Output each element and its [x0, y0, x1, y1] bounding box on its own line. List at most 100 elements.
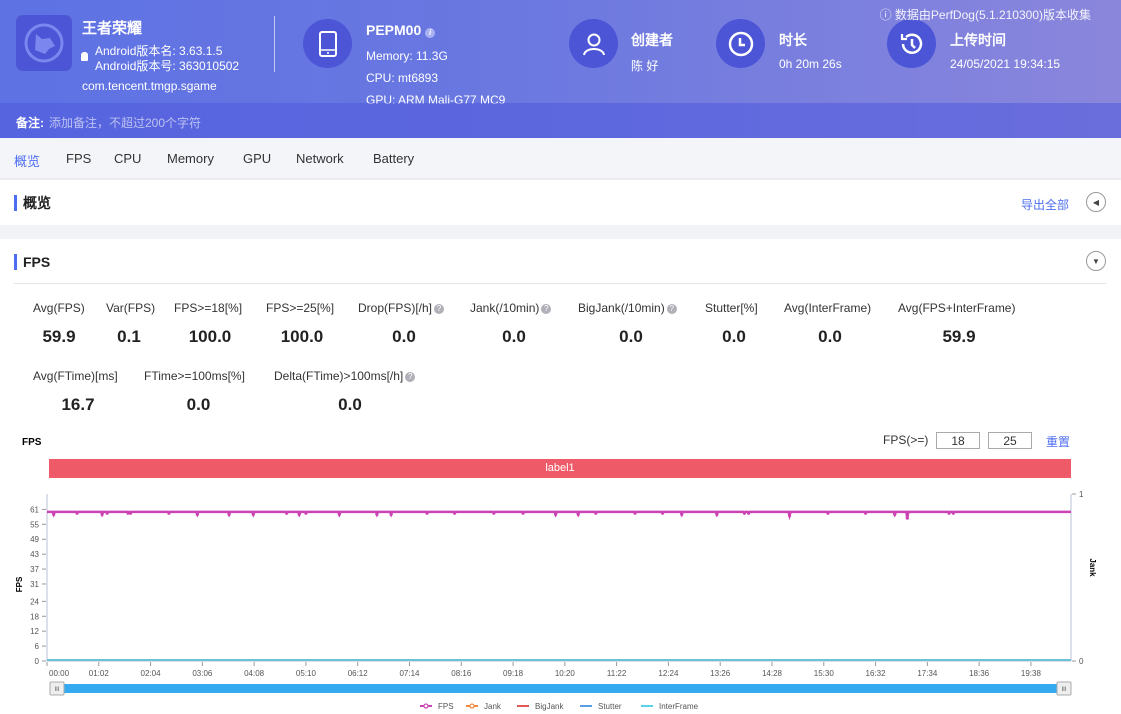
help-icon[interactable]: ?: [405, 372, 416, 382]
label-bar[interactable]: label1: [49, 459, 1071, 478]
y-axis-label: FPS: [15, 576, 24, 592]
chart-title: FPS: [22, 437, 42, 448]
collapse-left-button[interactable]: ◀: [1086, 192, 1106, 212]
reset-link[interactable]: 重置: [1046, 433, 1070, 450]
metric-value: 0.0: [818, 327, 842, 346]
collapse-down-button[interactable]: ▼: [1086, 251, 1106, 271]
metric-label: Delta(FTime)>100ms[/h]?: [274, 369, 416, 383]
tab-overview[interactable]: 概览: [14, 151, 40, 170]
metric-value: 0.0: [186, 395, 211, 414]
overview-panel: [0, 180, 1121, 225]
app-icon: [16, 15, 72, 71]
note-input[interactable]: 添加备注，不超过200个字符: [49, 114, 201, 131]
tab-fps[interactable]: FPS: [66, 151, 91, 166]
fps-point: [285, 511, 289, 515]
y-tick-label: 61: [30, 505, 39, 514]
collected-by-note: ⓘ 数据由PerfDog(5.1.210300)版本收集: [879, 8, 1091, 22]
device-memory: Memory: 11.3G: [366, 49, 448, 63]
metric-value: 59.9: [42, 327, 76, 346]
fps-point: [389, 512, 393, 516]
x-tick-label: 18:36: [969, 669, 990, 678]
legend-bigjank-label: BigJank: [535, 702, 564, 711]
fox-app-icon: [24, 23, 64, 63]
fps-point: [52, 512, 56, 516]
x-tick-label: 02:04: [141, 669, 162, 678]
tab-battery[interactable]: Battery: [373, 151, 414, 166]
metric-label: Drop(FPS)[/h]?: [358, 301, 445, 315]
metric-value: 59.9: [942, 327, 976, 346]
y-tick-label: 43: [30, 550, 39, 559]
x-tick-label: 04:08: [244, 669, 265, 678]
slider-track: [55, 684, 1063, 693]
fps-point: [554, 512, 558, 516]
help-icon[interactable]: ?: [666, 304, 677, 314]
fps-point: [492, 511, 496, 515]
app-version-name: Android版本名: 3.63.1.5: [95, 44, 223, 58]
app-package: com.tencent.tmgp.sgame: [82, 79, 217, 93]
y2-tick-label: 0: [1079, 657, 1084, 666]
export-all-link[interactable]: 导出全部: [1021, 196, 1069, 213]
fps-point: [521, 511, 525, 515]
device-cpu: CPU: mt6893: [366, 71, 439, 85]
upload-icon-circle: [887, 19, 936, 68]
fps-threshold-2-input[interactable]: [988, 432, 1032, 449]
help-icon[interactable]: ?: [434, 304, 445, 314]
x-tick-label: 08:16: [451, 669, 472, 678]
info-icon[interactable]: i: [425, 28, 436, 38]
x-tick-label: 00:00: [49, 669, 70, 678]
metric-label: FPS>=25[%]: [266, 301, 335, 315]
tab-cpu[interactable]: CPU: [114, 151, 141, 166]
tab-memory[interactable]: Memory: [167, 151, 214, 166]
overview-title: 概览: [14, 195, 51, 211]
chart-legend: FPS Jank BigJank Stutter InterFrame: [420, 702, 699, 711]
fps-threshold-1-input[interactable]: [936, 432, 980, 449]
fps-point: [947, 511, 951, 515]
caret-left-icon: ◀: [1092, 197, 1100, 207]
y-tick-label: 12: [30, 627, 39, 636]
help-icon[interactable]: ?: [541, 304, 552, 314]
y2-axis-label: Jank: [1088, 558, 1097, 577]
info-circle-icon: ⓘ: [879, 8, 895, 22]
app-version-code: Android版本号: 363010502: [95, 59, 240, 73]
note-label: 备注:: [16, 116, 44, 130]
fps-point: [251, 512, 255, 516]
legend-jank-label: Jank: [484, 702, 502, 711]
tab-network[interactable]: Network: [296, 151, 344, 166]
metric-label: Avg(FPS+InterFrame): [898, 301, 1016, 315]
fps-point: [227, 512, 231, 516]
y-tick-label: 24: [30, 597, 39, 606]
fps-point: [660, 511, 665, 515]
y-tick-label: 6: [35, 642, 40, 651]
metric-label: Avg(FPS): [33, 301, 85, 315]
range-slider[interactable]: III III: [49, 681, 1072, 696]
fps-point: [951, 511, 955, 515]
x-axis-ticks: 00:00 01:02 02:04 03:06 04:08 05:10 06:12 07:14…: [46, 662, 1041, 678]
grip-icon: III: [1061, 687, 1066, 693]
x-tick-label: 06:12: [348, 669, 369, 678]
y2-tick-label: 1: [1079, 490, 1084, 499]
user-icon: [582, 33, 605, 55]
report-header: 王者荣耀 Android版本名: 3.63.1.5 Android版本号: 36…: [0, 0, 1121, 138]
fps-point: [893, 512, 897, 516]
metric-value: 16.7: [61, 395, 95, 414]
x-tick-label: 03:06: [192, 669, 213, 678]
y-tick-label: 55: [30, 520, 39, 529]
metric-label: BigJank(/10min)?: [578, 301, 677, 315]
duration-title: 时长: [779, 32, 807, 48]
x-tick-label: 16:32: [866, 669, 887, 678]
divider: [14, 283, 1106, 284]
metric-label: FTime>=100ms[%]: [144, 369, 245, 383]
fps-point: [425, 511, 429, 515]
app-name: 王者荣耀: [82, 20, 143, 37]
upload-title: 上传时间: [950, 32, 1006, 48]
tab-gpu[interactable]: GPU: [243, 151, 271, 166]
metric-label: Avg(InterFrame): [784, 301, 872, 315]
fps-point: [105, 511, 109, 515]
x-tick-label: 05:10: [296, 669, 317, 678]
fps-point: [304, 511, 308, 515]
fps-point: [746, 511, 751, 515]
metric-value: 0.0: [722, 327, 746, 346]
metric-value: 0.0: [502, 327, 526, 346]
x-tick-label: 12:24: [658, 669, 679, 678]
y-tick-label: 18: [30, 612, 39, 621]
